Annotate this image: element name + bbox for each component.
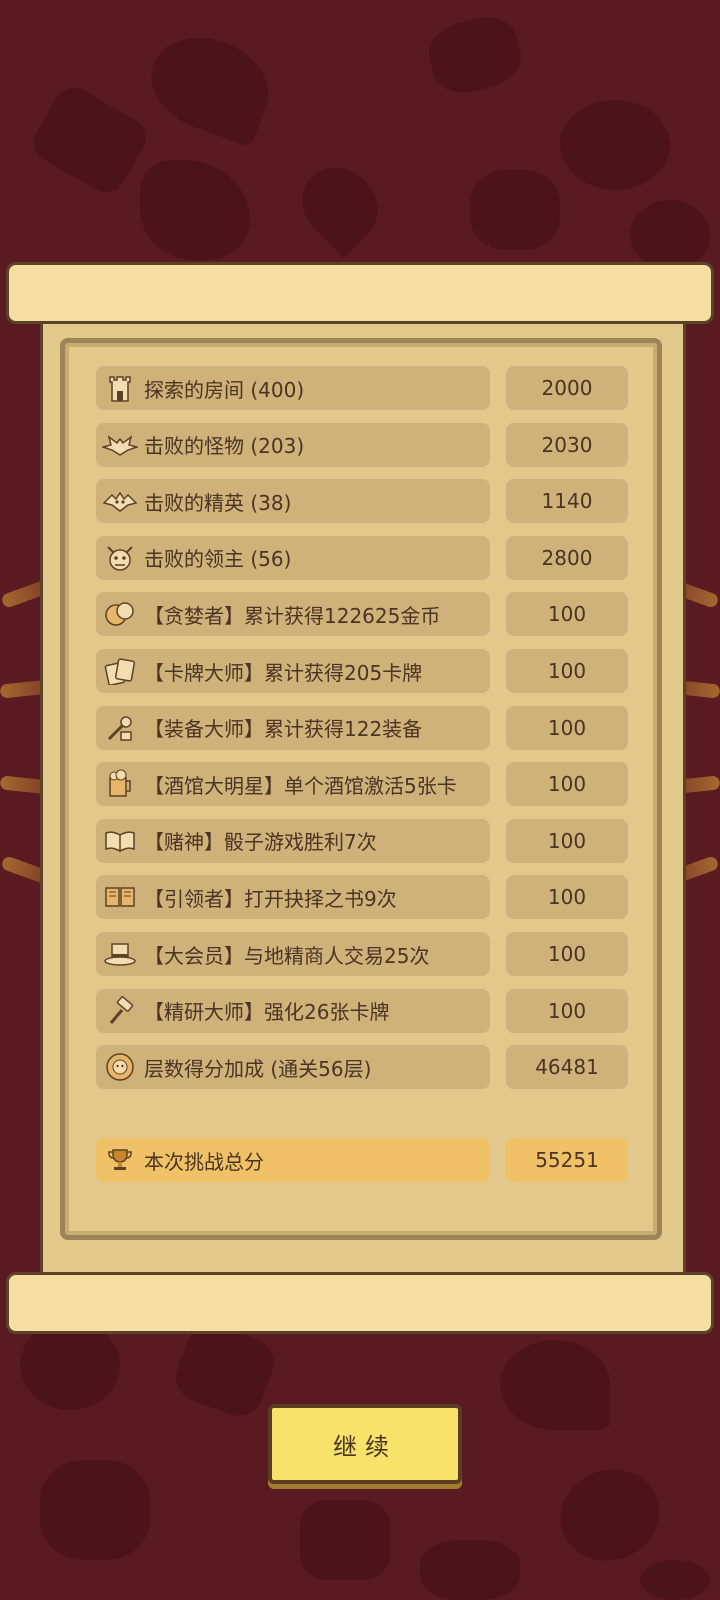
score-row: 【酒馆大明星】单个酒馆激活5张卡 100 [96, 762, 628, 807]
score-row-value: 2030 [506, 422, 628, 467]
score-row-label: 击败的精英 (38) [144, 490, 292, 515]
score-row-label: 【卡牌大师】累计获得205卡牌 [144, 660, 423, 685]
score-row: 【精研大师】强化26张卡牌 100 [96, 988, 628, 1033]
score-row-label: 【装备大师】累计获得122装备 [144, 717, 423, 742]
beer-mug-icon [102, 766, 138, 802]
horned-boss-icon [102, 540, 138, 576]
lion-emblem-icon [102, 1049, 138, 1085]
score-row-label: 击败的领主 (56) [144, 547, 292, 572]
cards-icon [102, 653, 138, 689]
total-score-value: 55251 [506, 1138, 628, 1182]
castle-tower-icon [102, 370, 138, 406]
score-row-label: 【精研大师】强化26张卡牌 [144, 1000, 390, 1025]
score-row-label: 【引领者】打开抉择之书9次 [144, 886, 397, 911]
score-row-label: 击败的怪物 (203) [144, 434, 305, 459]
hammer-icon [102, 993, 138, 1029]
score-row-label: 层数得分加成 (通关56层) [144, 1056, 372, 1081]
score-row-label: 【贪婪者】累计获得122625金币 [144, 603, 441, 628]
score-row: 【引领者】打开抉择之书9次 100 [96, 875, 628, 920]
scroll-top-roll [6, 262, 714, 324]
score-row-value: 100 [506, 705, 628, 750]
book-icon [102, 879, 138, 915]
score-row-value: 2000 [506, 366, 628, 410]
score-row-label: 探索的房间 (400) [144, 377, 305, 402]
scroll-bottom-roll [6, 1272, 714, 1334]
winged-demon-icon [102, 483, 138, 519]
score-row: 【赌神】骰子游戏胜利7次 100 [96, 818, 628, 863]
score-row-label: 【大会员】与地精商人交易25次 [144, 943, 430, 968]
score-row-value: 100 [506, 875, 628, 920]
equipment-icon [102, 710, 138, 746]
score-row: 击败的怪物 (203) 2030 [96, 422, 628, 467]
bat-icon [102, 427, 138, 463]
score-row-value: 100 [506, 988, 628, 1033]
score-row-value: 100 [506, 592, 628, 637]
top-hat-icon [102, 936, 138, 972]
gold-coins-icon [102, 596, 138, 632]
score-row-value: 2800 [506, 535, 628, 580]
continue-button[interactable]: 继续 [268, 1404, 462, 1484]
score-row: 【大会员】与地精商人交易25次 100 [96, 932, 628, 976]
score-row: 探索的房间 (400) 2000 [96, 366, 628, 410]
total-score-row: 本次挑战总分 55251 [96, 1138, 628, 1182]
score-row: 层数得分加成 (通关56层) 46481 [96, 1045, 628, 1090]
total-score-label: 本次挑战总分 [144, 1149, 264, 1174]
score-row-value: 100 [506, 762, 628, 807]
score-row: 【卡牌大师】累计获得205卡牌 100 [96, 649, 628, 693]
trophy-icon [102, 1142, 138, 1178]
score-row-label: 【赌神】骰子游戏胜利7次 [144, 830, 377, 855]
score-row-value: 46481 [506, 1045, 628, 1090]
score-row: 击败的领主 (56) 2800 [96, 535, 628, 580]
score-row: 【贪婪者】累计获得122625金币 100 [96, 592, 628, 637]
score-row-value: 100 [506, 818, 628, 863]
score-row-value: 100 [506, 932, 628, 976]
score-row: 击败的精英 (38) 1140 [96, 479, 628, 524]
score-row-label: 【酒馆大明星】单个酒馆激活5张卡 [144, 773, 457, 798]
score-row: 【装备大师】累计获得122装备 100 [96, 705, 628, 750]
score-row-value: 100 [506, 649, 628, 693]
score-row-value: 1140 [506, 479, 628, 524]
open-book-icon [102, 823, 138, 859]
